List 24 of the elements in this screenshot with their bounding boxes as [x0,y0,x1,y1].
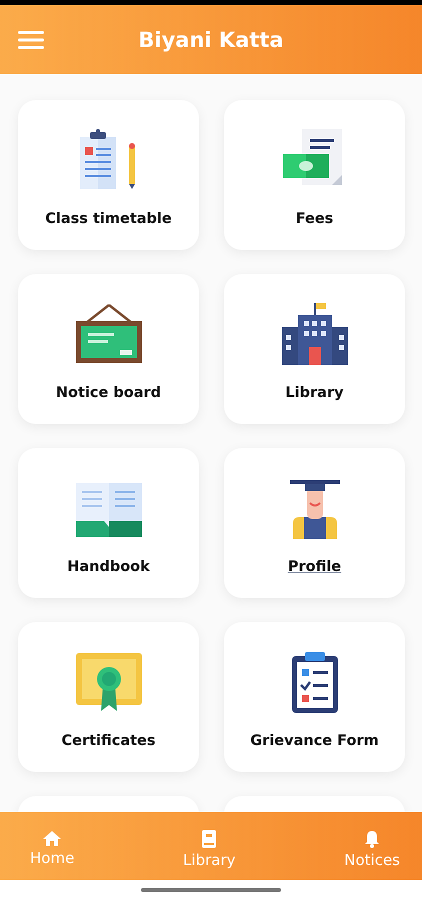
menu-tile[interactable]: Grievance Form [224,622,405,772]
bell-icon [365,830,380,848]
building-icon [280,303,350,365]
menu-tile[interactable]: Profile [224,448,405,598]
tile-label: Certificates [61,733,156,749]
tile-label: Library [285,385,344,401]
tile-label: Fees [296,211,334,227]
chalkboard-icon [74,303,144,365]
menu-tile[interactable]: Class timetable [18,100,199,250]
menu-icon[interactable] [18,30,44,50]
certificate-icon [74,651,144,713]
menu-tile[interactable]: Handbook [18,448,199,598]
home-icon [43,831,62,846]
app-title: Biyani Katta [138,28,284,52]
menu-tile[interactable]: Library [224,274,405,424]
tile-label: Grievance Form [250,733,379,749]
tile-label: Notice board [56,385,162,401]
book-icon [202,830,216,848]
menu-tile[interactable]: Certificates [18,622,199,772]
menu-tile[interactable]: Fees [224,100,405,250]
menu-tile[interactable]: Notice board [18,274,199,424]
tile-label: Handbook [67,559,150,575]
tile-label: Class timetable [45,211,172,227]
tile-label: Profile [288,559,342,575]
